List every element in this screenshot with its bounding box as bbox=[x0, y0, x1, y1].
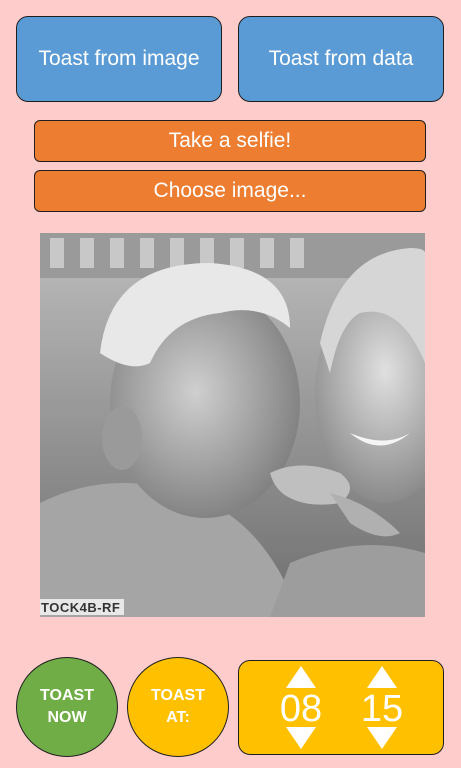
time-picker: 08 15 bbox=[238, 660, 444, 755]
hour-value: 08 bbox=[279, 688, 323, 730]
toast-now-button[interactable]: TOAST NOW bbox=[16, 657, 118, 757]
toast-at-label: TOAST AT: bbox=[151, 685, 205, 729]
hour-down-arrow-icon[interactable] bbox=[286, 727, 316, 749]
photo-image bbox=[40, 233, 425, 617]
choose-image-button[interactable]: Choose image... bbox=[34, 170, 426, 212]
toast-at-button[interactable]: TOAST AT: bbox=[127, 657, 229, 757]
selected-photo: TOCK4B-RF bbox=[40, 233, 425, 617]
minute-down-arrow-icon[interactable] bbox=[367, 727, 397, 749]
toast-from-data-button[interactable]: Toast from data bbox=[238, 16, 444, 102]
photo-watermark: TOCK4B-RF bbox=[40, 599, 125, 615]
minute-spinner: 15 bbox=[352, 661, 412, 756]
toast-now-line2: NOW bbox=[47, 709, 87, 726]
take-selfie-button[interactable]: Take a selfie! bbox=[34, 120, 426, 162]
toast-from-image-button[interactable]: Toast from image bbox=[16, 16, 222, 102]
toast-now-line1: TOAST bbox=[40, 687, 94, 704]
toast-at-line2: AT: bbox=[166, 709, 190, 726]
toast-at-line1: TOAST bbox=[151, 687, 205, 704]
hour-up-arrow-icon[interactable] bbox=[286, 666, 316, 688]
hour-spinner: 08 bbox=[271, 661, 331, 756]
minute-up-arrow-icon[interactable] bbox=[367, 666, 397, 688]
toast-now-label: TOAST NOW bbox=[40, 685, 94, 729]
minute-value: 15 bbox=[360, 688, 404, 730]
